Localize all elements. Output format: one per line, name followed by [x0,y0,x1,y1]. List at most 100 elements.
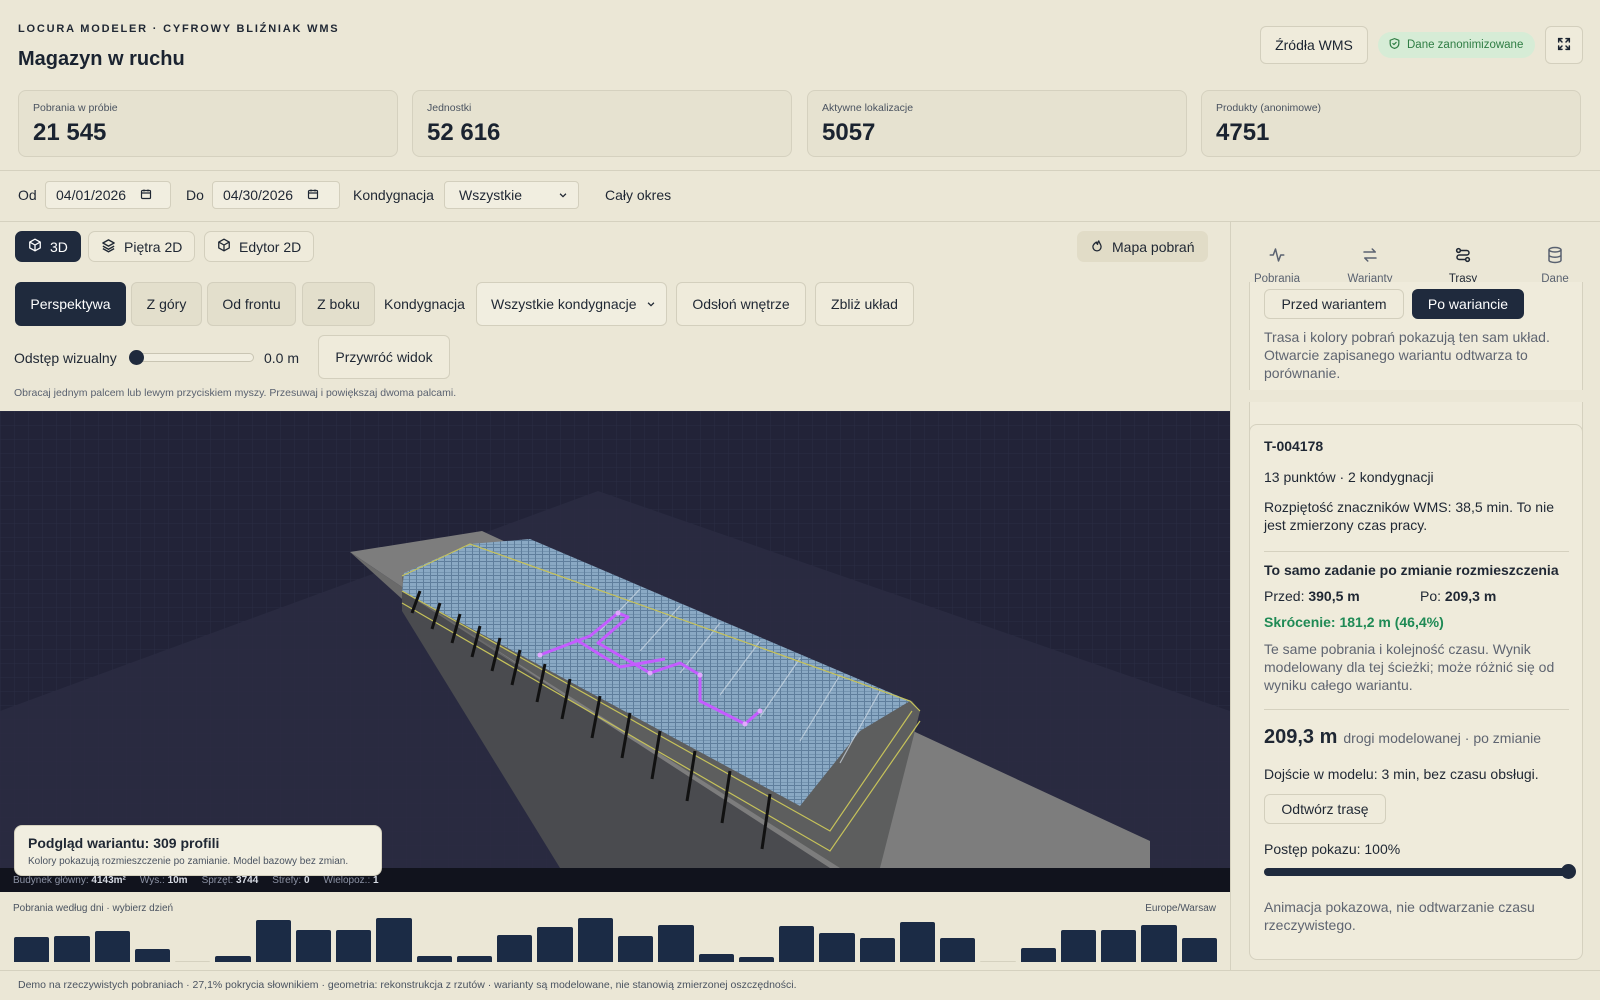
route-divider [1264,551,1569,552]
animation-note: Animacja pokazowa, nie odtwarzanie czasu… [1264,899,1535,933]
day-bar[interactable] [94,930,130,962]
expand-icon [1556,36,1572,55]
replay-route-button[interactable]: Odtwórz trasę [1264,794,1386,824]
heatmap-label: Mapa pobrań [1112,238,1195,255]
tab-editor-2d[interactable]: Edytor 2D [204,231,315,262]
spacing-slider-thumb[interactable] [129,350,144,365]
day-bar[interactable] [1141,925,1177,962]
status-multilocation: Wielopoz.: 1 [323,874,379,886]
day-bar[interactable] [1101,929,1137,962]
route-card: T-004178 13 punktów · 2 kondygnacji Rozp… [1249,424,1583,960]
day-bar[interactable] [1020,948,1056,962]
day-bar[interactable] [295,929,332,962]
tab-3d[interactable]: 3D [15,231,81,262]
day-bar[interactable] [1060,929,1097,962]
calendar-icon [140,187,152,203]
spacing-value: 0.0 m [264,350,300,366]
box-icon [217,238,231,255]
progress-thumb[interactable] [1561,864,1576,879]
day-bar[interactable] [980,961,1016,962]
panel-gap [1231,390,1600,402]
status-height: Wys.: 10m [139,874,188,886]
day-bar[interactable] [779,926,815,962]
day-bar[interactable] [899,922,936,962]
day-bar[interactable] [698,953,734,962]
floor-filter-select[interactable]: Wszystkie [444,181,579,209]
whole-period-link[interactable]: Cały okres [605,187,671,203]
day-bar[interactable] [577,918,613,962]
day-bar[interactable] [416,955,452,962]
camera-perspective-button[interactable]: Perspektywa [15,282,126,326]
day-bar[interactable] [54,935,90,962]
fullscreen-button[interactable] [1545,26,1583,64]
day-bar[interactable] [618,935,654,962]
3d-viewport[interactable] [0,411,1230,868]
camera-side-button[interactable]: Z boku [302,282,375,326]
from-date-input[interactable]: 04/01/2026 [45,181,171,209]
day-bar[interactable] [859,937,895,962]
header-divider [0,170,1600,171]
progress-label: Postęp pokazu: 100% [1264,841,1401,857]
day-bar[interactable] [658,925,694,962]
status-equipment: Sprzęt: 3744 [201,874,259,886]
day-bar[interactable] [940,937,976,962]
database-icon [1546,246,1564,267]
progress-fill [1264,868,1569,876]
modeled-distance-value: 209,3 m [1264,726,1338,748]
day-bar[interactable] [819,932,855,962]
anonymized-badge-label: Dane zanonimizowane [1407,39,1524,51]
reveal-interior-button[interactable]: Odsłoń wnętrze [676,282,806,326]
footer-note: Demo na rzeczywistych pobraniach · 27,1%… [0,970,1600,1000]
day-bar[interactable] [456,955,493,962]
walk-note: Dojście w modelu: 3 min, bez czasu obsłu… [1264,766,1539,782]
day-bar[interactable] [738,956,775,962]
tab-floors-2d[interactable]: Piętra 2D [88,231,196,262]
day-bar[interactable] [336,929,372,962]
day-bar[interactable] [14,936,50,962]
day-bar[interactable] [376,918,412,962]
model-note: Te same pobrania i kolejność czasu. Wyni… [1264,641,1555,693]
route-points: 13 punktów · 2 kondygnacji [1264,469,1434,485]
before-distance: Przed: 390,5 m [1264,588,1360,604]
route-divider [1264,709,1569,710]
app-kicker: LOCURA MODELER · CYFROWY BLIŹNIAK WMS [18,23,340,35]
spacing-slider-track[interactable] [130,353,254,362]
tab-editor-2d-label: Edytor 2D [239,238,302,255]
stat-label: Aktywne lokalizacje [822,102,914,114]
day-bar[interactable] [255,920,291,962]
cube-icon [28,238,42,255]
reset-view-button[interactable]: Przywróć widok [318,335,450,379]
compare-note: Trasa i kolory pobrań pokazują ten sam u… [1264,329,1550,381]
wms-sources-label: Źródła WMS [1275,37,1353,53]
heatmap-button[interactable]: Mapa pobrań [1077,231,1208,262]
to-date-input[interactable]: 04/30/2026 [212,181,340,209]
day-bar[interactable] [1181,937,1217,962]
stat-label: Pobrania w próbie [33,102,118,114]
day-bar[interactable] [537,927,573,962]
stat-value: 52 616 [427,119,501,146]
day-chart[interactable] [14,918,1217,962]
stat-card-units: Jednostki 52 616 [412,90,792,157]
day-bar[interactable] [215,955,251,962]
camera-front-button[interactable]: Od frontu [207,282,296,326]
from-date-value: 04/01/2026 [56,187,127,203]
floor-filter-label: Kondygnacja [353,187,434,203]
wms-sources-button[interactable]: Źródła WMS [1260,26,1368,64]
modeled-distance-suffix: drogi modelowanej · po zmianie [1343,730,1542,746]
camera-top-button[interactable]: Z góry [131,282,202,326]
day-bar[interactable] [497,934,533,962]
tab-floors-2d-label: Piętra 2D [124,238,183,255]
after-variant-button[interactable]: Po wariancie [1412,289,1524,319]
stat-card-locations: Aktywne lokalizacje 5057 [807,90,1187,157]
swap-icon [1361,246,1379,267]
progress-track[interactable] [1264,868,1569,876]
camera-floor-value: Wszystkie kondygnacje [491,296,637,312]
stat-value: 4751 [1216,119,1270,146]
before-variant-button[interactable]: Przed wariantem [1264,289,1404,319]
camera-floor-select[interactable]: Wszystkie kondygnacje [476,282,667,326]
day-bar[interactable] [134,949,171,962]
zoom-layout-button[interactable]: Zbliż układ [815,282,914,326]
day-bar[interactable] [175,961,211,962]
layers-icon [101,238,116,256]
stat-label: Produkty (anonimowe) [1216,102,1322,114]
